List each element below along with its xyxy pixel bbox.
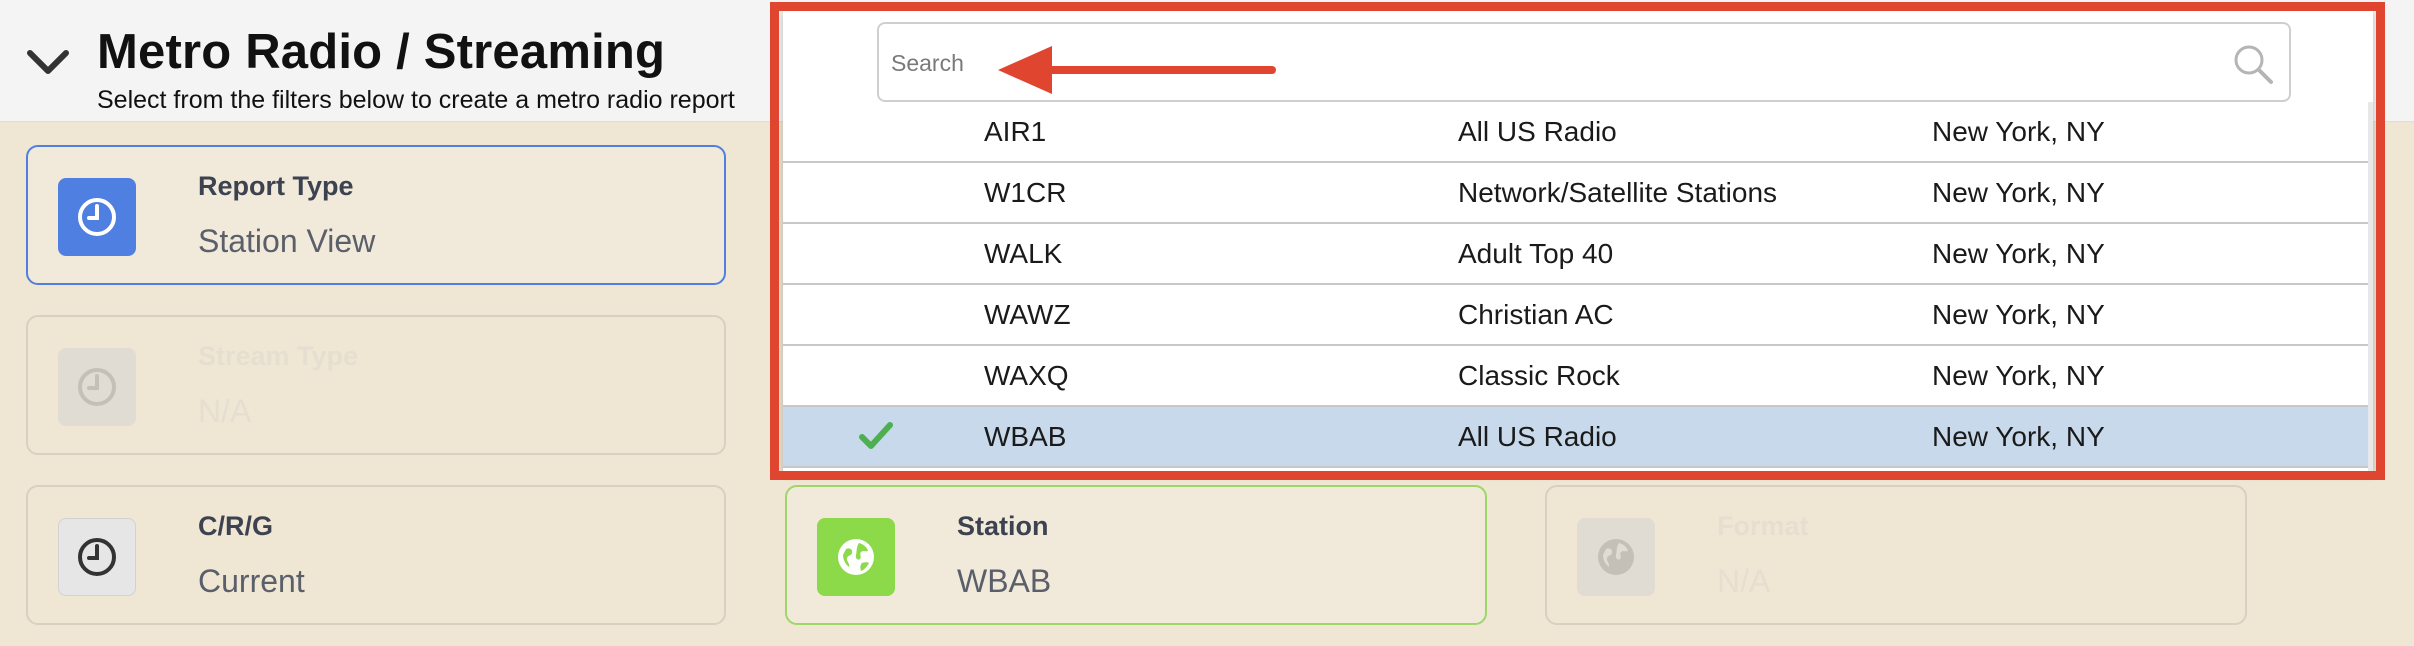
station-value: WBAB xyxy=(957,563,1052,599)
station-call-sign: WBAB xyxy=(984,421,1067,452)
station-market: New York, NY xyxy=(1932,360,2105,391)
stream-type-value: N/A xyxy=(198,393,252,429)
crg-value: Current xyxy=(198,563,305,599)
station-call-sign: WAWZ xyxy=(984,299,1071,330)
collapse-button[interactable] xyxy=(22,40,74,84)
station-format: All US Radio xyxy=(1458,116,1617,147)
station-call-sign: WAXQ xyxy=(984,360,1069,391)
station-market: New York, NY xyxy=(1932,177,2105,208)
globe-icon xyxy=(1598,539,1634,575)
station-format: Christian AC xyxy=(1458,299,1614,330)
station-format: Adult Top 40 xyxy=(1458,238,1614,269)
station-call-sign: WALK xyxy=(984,238,1063,269)
report-type-label: Report Type xyxy=(198,171,354,201)
station-list: AIR1 All US Radio New York, NY W1CR Netw… xyxy=(783,102,2368,472)
stream-type-label: Stream Type xyxy=(198,341,359,371)
clock-icon xyxy=(78,198,116,236)
station-market: New York, NY xyxy=(1932,116,2105,147)
search-icon[interactable] xyxy=(2231,42,2275,86)
crg-label: C/R/G xyxy=(198,511,274,541)
crg-card[interactable]: C/R/G Current xyxy=(26,485,726,625)
format-icon-box xyxy=(1577,518,1655,596)
list-scrollbar[interactable] xyxy=(2368,102,2373,472)
checkmark-icon xyxy=(859,422,893,449)
station-call-sign: AIR1 xyxy=(984,116,1047,147)
station-card[interactable]: Station WBAB xyxy=(785,485,1487,625)
report-type-value: Station View xyxy=(198,223,376,259)
station-dropdown: AIR1 All US Radio New York, NY W1CR Netw… xyxy=(783,10,2373,472)
station-format: Network/Satellite Stations xyxy=(1458,177,1778,208)
station-format: All US Radio xyxy=(1458,421,1617,452)
format-value: N/A xyxy=(1717,563,1771,599)
page-subtitle: Select from the filters below to create … xyxy=(97,86,735,114)
format-card: Format N/A xyxy=(1545,485,2247,625)
station-call-sign: W1CR xyxy=(984,177,1067,208)
station-market: New York, NY xyxy=(1932,421,2105,452)
stream-type-icon-box xyxy=(58,348,136,426)
stream-type-card: Stream Type N/A xyxy=(26,315,726,455)
station-label: Station xyxy=(957,511,1049,541)
station-row-selected[interactable]: WBAB All US Radio New York, NY xyxy=(783,407,2368,468)
globe-icon xyxy=(838,539,874,575)
format-label: Format xyxy=(1717,511,1809,541)
clock-icon xyxy=(78,538,116,576)
clock-icon xyxy=(78,368,116,406)
station-market: New York, NY xyxy=(1932,299,2105,330)
station-row[interactable]: W1CR Network/Satellite Stations New York… xyxy=(783,163,2368,224)
station-market: New York, NY xyxy=(1932,238,2105,269)
report-type-card[interactable]: Report Type Station View xyxy=(26,145,726,285)
search-box xyxy=(877,22,2291,102)
chevron-down-icon xyxy=(27,50,69,74)
crg-icon-box xyxy=(58,518,136,596)
station-format: Classic Rock xyxy=(1458,360,1620,391)
station-row[interactable]: WAXQ Classic Rock New York, NY xyxy=(783,346,2368,407)
station-row[interactable]: AIR1 All US Radio New York, NY xyxy=(783,102,2368,163)
search-input[interactable] xyxy=(891,38,2191,88)
station-row[interactable]: WALK Adult Top 40 New York, NY xyxy=(783,224,2368,285)
station-row[interactable]: WAWZ Christian AC New York, NY xyxy=(783,285,2368,346)
report-type-icon-box xyxy=(58,178,136,256)
page-title: Metro Radio / Streaming xyxy=(97,25,666,79)
station-icon-box xyxy=(817,518,895,596)
